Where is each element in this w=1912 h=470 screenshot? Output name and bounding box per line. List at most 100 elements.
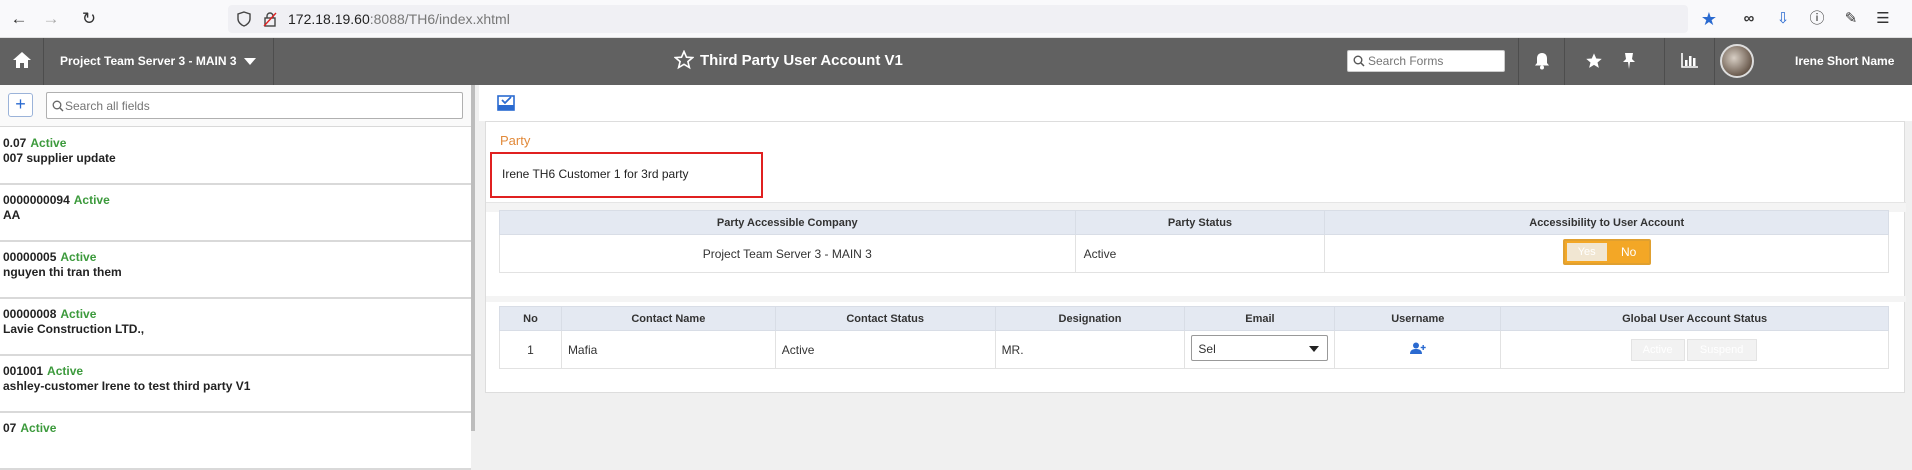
record-list-panel: + 0.07Active 007 supplier update 0000000… [0, 85, 475, 470]
app-header: Project Team Server 3 - MAIN 3 Third Par… [0, 38, 1912, 85]
chevron-down-icon [244, 58, 256, 65]
company-cell: Project Team Server 3 - MAIN 3 [499, 234, 1076, 273]
table-row: Project Team Server 3 - MAIN 3 Active Ye… [499, 234, 1889, 273]
search-all-input[interactable] [65, 93, 445, 118]
extensions-icon[interactable]: ✎ [1840, 8, 1862, 30]
forward-arrow-icon[interactable]: → [40, 8, 62, 30]
col-header-contact-name: Contact Name [560, 306, 776, 331]
email-select[interactable]: Sel [1191, 335, 1329, 361]
browser-toolbar: ← → ↻ 172.18.19.60:8088/TH6/index.xhtml … [0, 0, 1912, 38]
col-header-no: No [499, 306, 562, 331]
col-header-contact-status: Contact Status [774, 306, 996, 331]
main-content: Party Irene TH6 Customer 1 for 3rd party… [479, 85, 1912, 431]
company-access-table: Party Accessible Company Party Status Ac… [499, 210, 1889, 273]
item-code: 00000008 [3, 307, 57, 321]
item-name: 007 supplier update [3, 151, 116, 165]
no-cell: 1 [499, 330, 562, 369]
list-item[interactable]: 07 Active [0, 413, 471, 470]
email-cell: Sel [1184, 330, 1336, 369]
avatar[interactable] [1720, 44, 1754, 78]
favorites-group [1564, 38, 1654, 85]
info-icon[interactable]: ⓘ [1806, 8, 1828, 30]
item-status: Active [47, 364, 84, 378]
col-header-email: Email [1184, 306, 1336, 331]
item-code: 07 [3, 421, 17, 435]
item-code: 0.07 [3, 136, 27, 150]
item-code: 0000000094 [3, 193, 70, 207]
col-header-company: Party Accessible Company [499, 210, 1076, 235]
email-select-value: Sel [1198, 342, 1216, 356]
no-option[interactable]: No [1609, 243, 1649, 261]
url-host: 172.18.19.60 [288, 11, 370, 27]
chevron-down-icon [1309, 346, 1320, 352]
reload-icon[interactable]: ↻ [78, 8, 100, 30]
add-user-icon[interactable] [1409, 342, 1426, 355]
section-divider [486, 296, 1906, 302]
party-value: Irene TH6 Customer 1 for 3rd party [502, 167, 689, 181]
bell-icon [1535, 53, 1549, 70]
download-icon[interactable]: ⇩ [1772, 8, 1794, 30]
search-icon [1353, 55, 1365, 67]
item-name: nguyen thi tran them [3, 265, 122, 279]
contact-status-cell: Active [774, 330, 996, 369]
search-icon [52, 100, 64, 112]
page-title: Third Party User Account V1 [674, 50, 903, 70]
username-cell [1334, 330, 1502, 369]
party-field[interactable]: Irene TH6 Customer 1 for 3rd party [490, 152, 763, 198]
list-item[interactable]: 00000005 Active nguyen thi tran them [0, 242, 471, 299]
item-code: 00000005 [3, 250, 57, 264]
bar-chart-icon [1681, 53, 1698, 68]
user-name[interactable]: Irene Short Name [1795, 54, 1894, 68]
search-forms-box[interactable] [1347, 50, 1505, 72]
item-name: ashley-customer Irene to test third part… [3, 379, 251, 393]
project-selector[interactable]: Project Team Server 3 - MAIN 3 [44, 38, 274, 85]
home-button[interactable] [0, 38, 44, 85]
col-header-party-status: Party Status [1074, 210, 1326, 235]
bookmark-star-icon[interactable]: ★ [1698, 8, 1720, 30]
contact-table: No Contact Name Contact Status Designati… [499, 306, 1889, 369]
add-record-button[interactable]: + [8, 93, 33, 117]
col-header-accessibility: Accessibility to User Account [1324, 210, 1889, 235]
project-name: Project Team Server 3 - MAIN 3 [60, 54, 237, 68]
address-bar[interactable]: 172.18.19.60:8088/TH6/index.xhtml [228, 5, 1688, 33]
reports-button[interactable] [1664, 38, 1714, 85]
form-toolbar [479, 85, 1912, 121]
favorites-star-icon[interactable] [1585, 52, 1603, 70]
table-row: 1 Mafia Active MR. Sel Active Suspend [499, 330, 1889, 369]
favorite-star-icon[interactable] [674, 50, 694, 70]
col-header-designation: Designation [994, 306, 1186, 331]
search-all-box[interactable] [46, 92, 463, 119]
page-title-text: Third Party User Account V1 [700, 52, 903, 69]
yes-option[interactable]: Yes [1566, 243, 1607, 261]
notifications-button[interactable] [1518, 38, 1564, 85]
activate-button[interactable]: Active [1630, 338, 1685, 361]
menu-icon[interactable]: ☰ [1872, 8, 1894, 30]
shield-icon [237, 11, 251, 27]
party-label: Party [500, 133, 531, 148]
list-item[interactable]: 0.07 Active 007 supplier update [0, 128, 471, 185]
party-status-cell: Active [1074, 234, 1326, 273]
item-status: Active [60, 307, 97, 321]
search-forms-input[interactable] [1368, 51, 1498, 71]
item-status: Active [60, 250, 97, 264]
list-item[interactable]: 00000008 Active Lavie Construction LTD., [0, 299, 471, 356]
pin-icon[interactable] [1621, 52, 1637, 70]
item-code: 001001 [3, 364, 44, 378]
item-name: AA [3, 208, 21, 222]
accessibility-cell: Yes No [1324, 234, 1889, 273]
list-item[interactable]: 001001 Active ashley-customer Irene to te… [0, 356, 471, 413]
accessibility-toggle[interactable]: Yes No [1562, 239, 1651, 265]
mask-icon[interactable]: ∞ [1738, 8, 1760, 30]
url-text[interactable]: 172.18.19.60:8088/TH6/index.xhtml [288, 11, 510, 27]
item-status: Active [20, 421, 57, 435]
insecure-lock-icon [263, 12, 277, 27]
col-header-username: Username [1334, 306, 1502, 331]
save-check-icon[interactable] [497, 95, 515, 111]
home-icon [13, 52, 31, 68]
item-status: Active [73, 193, 110, 207]
list-toolbar: + [0, 85, 471, 127]
item-name: Lavie Construction LTD., [3, 322, 145, 336]
suspend-button[interactable]: Suspend [1686, 338, 1757, 361]
list-item[interactable]: 0000000094 Active AA [0, 185, 471, 242]
back-arrow-icon[interactable]: ← [8, 8, 30, 30]
